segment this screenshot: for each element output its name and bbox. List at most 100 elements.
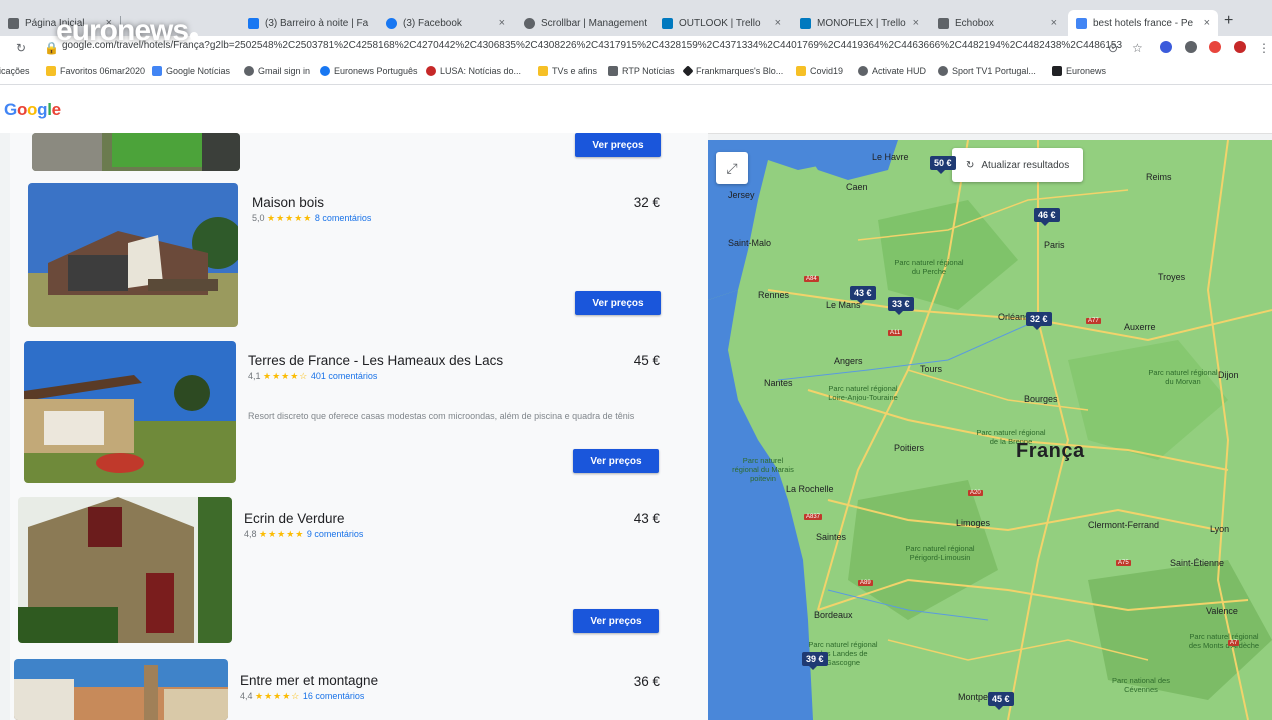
hotel-photo-image bbox=[24, 341, 236, 483]
tab-best-hotels[interactable]: best hotels france - Pe × bbox=[1068, 10, 1218, 36]
star-rating-icon: ★★★★★ bbox=[267, 213, 313, 223]
euronews-logo-text: euronews bbox=[56, 14, 189, 47]
tab-label: Echobox bbox=[955, 17, 994, 29]
hotel-photo[interactable] bbox=[14, 659, 228, 720]
hotel-name[interactable]: Entre mer et montagne bbox=[240, 673, 378, 688]
rating-value: 4,4 bbox=[240, 691, 253, 701]
close-icon[interactable]: × bbox=[374, 17, 375, 29]
review-count[interactable]: 16 comentários bbox=[303, 691, 365, 701]
review-count[interactable]: 8 comentários bbox=[315, 213, 372, 223]
close-icon[interactable]: × bbox=[913, 17, 919, 29]
city-label: Caen bbox=[846, 182, 868, 192]
folder-icon bbox=[538, 66, 548, 76]
menu-icon[interactable]: ⋮ bbox=[1258, 41, 1270, 55]
hotel-photo-image bbox=[32, 133, 240, 171]
close-icon[interactable]: × bbox=[499, 17, 505, 29]
map-price-pin[interactable]: 50 € bbox=[930, 156, 956, 174]
close-icon[interactable]: × bbox=[1051, 17, 1057, 29]
map-price-pin[interactable]: 32 € bbox=[1026, 312, 1052, 330]
bookmark-star-icon[interactable]: ☆ bbox=[1132, 41, 1143, 55]
city-label: Paris bbox=[1044, 240, 1065, 250]
tab-outlook-trello[interactable]: OUTLOOK | Trello × bbox=[654, 10, 789, 36]
adblock-icon[interactable] bbox=[1234, 41, 1246, 53]
map-price-pin[interactable]: 45 € bbox=[988, 692, 1014, 710]
tab-facebook[interactable]: (3) Facebook × bbox=[378, 10, 513, 36]
tab-scrollbar[interactable]: Scrollbar | Management× bbox=[516, 10, 651, 36]
hotel-name[interactable]: Maison bois bbox=[252, 195, 324, 210]
bookmark-sport-tv[interactable]: Sport TV1 Portugal... bbox=[938, 66, 1036, 76]
tab-label: best hotels france - Pe bbox=[1093, 17, 1194, 29]
see-prices-button[interactable]: Ver preços bbox=[573, 609, 659, 633]
new-tab-icon[interactable]: + bbox=[1224, 12, 1233, 30]
map-price-pin[interactable]: 43 € bbox=[850, 286, 876, 304]
road-badge: A84 bbox=[804, 276, 819, 282]
bookmark-rtp[interactable]: RTP Notícias bbox=[608, 66, 675, 76]
hotel-photo-image bbox=[14, 659, 228, 720]
hotel-rating: 4,4 ★★★★☆ 16 comentários bbox=[240, 691, 364, 702]
bookmark-google-noticias[interactable]: Google Notícias bbox=[152, 66, 230, 76]
bookmark-gmail[interactable]: Gmail sign in bbox=[244, 66, 310, 76]
bookmark-apps[interactable]: plicações bbox=[0, 66, 30, 76]
tab-monoflex-trello[interactable]: MONOFLEX | Trello × bbox=[792, 10, 927, 36]
park-label: Parc naturel régional des Monts d'Ardèch… bbox=[1188, 632, 1260, 650]
trello-icon bbox=[800, 17, 811, 29]
bookmark-activate-hud[interactable]: Activate HUD bbox=[858, 66, 926, 76]
review-count[interactable]: 9 comentários bbox=[307, 529, 364, 539]
hotel-photo[interactable] bbox=[24, 341, 236, 483]
hotel-name[interactable]: Terres de France - Les Hameaux des Lacs bbox=[248, 353, 503, 368]
see-prices-button[interactable]: Ver preços bbox=[575, 133, 661, 157]
bookmark-euronews-pt[interactable]: Euronews Português bbox=[320, 66, 418, 76]
bookmark-label: Euronews Português bbox=[334, 66, 418, 76]
hotel-price: 36 € bbox=[633, 674, 660, 689]
refresh-results-button[interactable]: ↻ Atualizar resultados bbox=[952, 148, 1084, 182]
rating-value: 4,1 bbox=[248, 371, 261, 381]
review-count[interactable]: 401 comentários bbox=[311, 371, 378, 381]
bookmark-euronews[interactable]: Euronews bbox=[1052, 66, 1106, 76]
hotel-name[interactable]: Ecrin de Verdure bbox=[244, 511, 345, 526]
city-label: Saint-Étienne bbox=[1170, 558, 1225, 568]
bookmark-favoritos[interactable]: Favoritos 06mar2020 bbox=[46, 66, 145, 76]
see-prices-button[interactable]: Ver preços bbox=[573, 449, 659, 473]
tab-facebook-barreiro[interactable]: (3) Barreiro à noite | Fa × bbox=[240, 10, 375, 36]
bookmark-label: Google Notícias bbox=[166, 66, 231, 76]
hotel-rating: 4,8 ★★★★★ 9 comentários bbox=[244, 529, 363, 540]
hotel-photo[interactable] bbox=[28, 183, 238, 327]
fullscreen-icon[interactable]: ⤢ bbox=[716, 152, 748, 184]
opera-icon[interactable] bbox=[1209, 41, 1221, 53]
bookmark-tvs[interactable]: TVs e afins bbox=[538, 66, 597, 76]
bookmark-lusa[interactable]: LUSA: Notícias do... bbox=[426, 66, 521, 76]
translate-icon[interactable] bbox=[1160, 41, 1172, 53]
google-logo[interactable]: Google bbox=[4, 100, 61, 120]
bookmark-frankmarques[interactable]: Frankmarques's Blo... bbox=[682, 65, 783, 77]
hotel-photo[interactable] bbox=[18, 497, 232, 643]
cast-icon[interactable]: ⊙ bbox=[1108, 41, 1118, 55]
map-price-pin[interactable]: 33 € bbox=[888, 297, 914, 315]
city-label: Angers bbox=[834, 356, 863, 366]
city-label: Saint-Malo bbox=[728, 238, 772, 248]
home-icon bbox=[8, 17, 19, 29]
hotel-price: 45 € bbox=[633, 353, 660, 368]
left-rail bbox=[0, 133, 10, 720]
hotel-photo[interactable] bbox=[32, 133, 240, 171]
see-prices-button[interactable]: Ver preços bbox=[575, 291, 661, 315]
extension-icon[interactable] bbox=[1185, 41, 1197, 53]
rtp-icon bbox=[608, 66, 618, 76]
bookmark-label: Covid19 bbox=[810, 66, 844, 76]
results-map[interactable]: ⤢ ↻ Atualizar resultados Le Havre Caen Je… bbox=[708, 140, 1272, 720]
facebook-icon bbox=[248, 17, 259, 29]
facebook-icon bbox=[386, 17, 397, 29]
folder-icon bbox=[46, 66, 56, 76]
reload-icon[interactable]: ↻ bbox=[16, 41, 26, 55]
globe-icon bbox=[938, 66, 948, 76]
hotel-rating: 5,0 ★★★★★ 8 comentários bbox=[252, 213, 371, 224]
folder-icon bbox=[796, 66, 806, 76]
bookmark-label: Gmail sign in bbox=[258, 66, 311, 76]
facebook-icon bbox=[320, 66, 330, 76]
tab-echobox[interactable]: Echobox × bbox=[930, 10, 1065, 36]
map-price-pin[interactable]: 46 € bbox=[1034, 208, 1060, 226]
map-price-pin[interactable]: 39 € bbox=[802, 652, 828, 670]
close-icon[interactable]: × bbox=[775, 17, 781, 29]
address-bar[interactable]: google.com/travel/hotels/França?g2lb=250… bbox=[62, 40, 1122, 51]
close-icon[interactable]: × bbox=[1204, 17, 1210, 29]
bookmark-covid19[interactable]: Covid19 bbox=[796, 66, 843, 76]
